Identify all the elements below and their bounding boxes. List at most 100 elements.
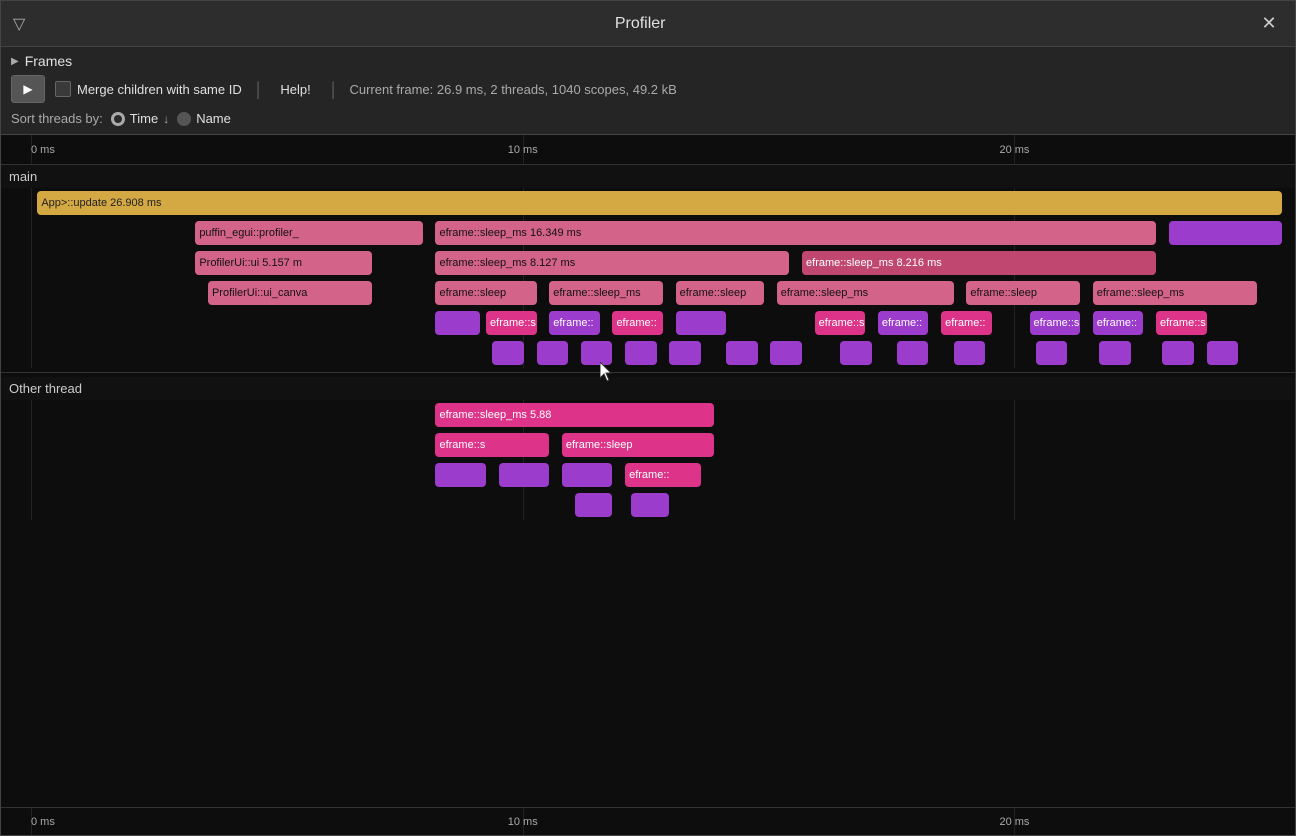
flame-bar-r5-2[interactable] bbox=[537, 341, 569, 365]
flame-bar-canva[interactable]: ProfilerUi::ui_canva bbox=[208, 281, 372, 305]
flame-bar-r5-5[interactable] bbox=[669, 341, 701, 365]
play-button[interactable]: ▶ bbox=[11, 75, 45, 103]
tick-20ms-top: 20 ms bbox=[999, 144, 1029, 156]
flame-bar-r5-8[interactable] bbox=[840, 341, 872, 365]
other-row-1: eframe::s eframe::sleep bbox=[31, 430, 1295, 460]
other-row-2: eframe:: bbox=[31, 460, 1295, 490]
menu-icon[interactable]: ▽ bbox=[13, 14, 25, 34]
timeline-top-header: 0 ms 10 ms 20 ms bbox=[1, 135, 1295, 165]
help-button[interactable]: Help! bbox=[274, 80, 316, 99]
flame-bar-sleep-3f[interactable]: eframe::sleep_ms bbox=[1093, 281, 1257, 305]
flame-bar-app-update[interactable]: App>::update 26.908 ms bbox=[37, 191, 1282, 215]
sort-row: Sort threads by: Time ↓ Name bbox=[11, 109, 1285, 128]
flame-bar-r5-3[interactable] bbox=[581, 341, 613, 365]
sort-time-radio-icon bbox=[111, 112, 125, 126]
tick-20ms-bottom: 20 ms bbox=[999, 816, 1029, 828]
flame-bar-puffin[interactable]: puffin_egui::profiler_ bbox=[195, 221, 423, 245]
flame-bar-r4-1[interactable] bbox=[435, 311, 479, 335]
flame-bar-r4-2[interactable]: eframe::s bbox=[486, 311, 537, 335]
flame-bar-other-2c[interactable] bbox=[562, 463, 613, 487]
flame-bar-r5-12[interactable] bbox=[1099, 341, 1131, 365]
tick-10ms-top: 10 ms bbox=[508, 144, 538, 156]
tick-0ms-bottom: 0 ms bbox=[31, 816, 55, 828]
flame-bar-other-1b[interactable]: eframe::sleep bbox=[562, 433, 714, 457]
flame-bar-r5-6[interactable] bbox=[726, 341, 758, 365]
flame-bar-r5-1[interactable] bbox=[492, 341, 524, 365]
sort-time-radio[interactable]: Time ↓ bbox=[111, 111, 169, 126]
sort-name-radio-icon bbox=[177, 112, 191, 126]
main-thread-label: main bbox=[1, 165, 1295, 188]
merge-checkbox[interactable] bbox=[55, 81, 71, 97]
profiler-area: 0 ms 10 ms 20 ms main App> bbox=[1, 135, 1295, 835]
flame-bar-other-3a[interactable] bbox=[575, 493, 613, 517]
main-row-3: ProfilerUi::ui_canva eframe::sleep efram… bbox=[31, 278, 1295, 308]
flame-bar-r4-7[interactable]: eframe:: bbox=[878, 311, 929, 335]
flame-bar-sleep-1[interactable]: eframe::sleep_ms 16.349 ms bbox=[435, 221, 1155, 245]
flame-bar-r4-4[interactable]: eframe:: bbox=[612, 311, 663, 335]
flame-bar-other-1a[interactable]: eframe::s bbox=[435, 433, 549, 457]
flame-bar-purple-1[interactable] bbox=[1169, 221, 1283, 245]
flame-bar-other-3b[interactable] bbox=[631, 493, 669, 517]
sort-label: Sort threads by: bbox=[11, 111, 103, 126]
title-bar-left: ▽ bbox=[13, 14, 25, 34]
other-thread-label: Other thread bbox=[1, 377, 1295, 400]
merge-checkbox-container[interactable]: Merge children with same ID bbox=[55, 81, 242, 97]
main-thread-section: main App>::update 26.908 ms bbox=[1, 165, 1295, 368]
main-row-0: App>::update 26.908 ms bbox=[31, 188, 1295, 218]
status-text: Current frame: 26.9 ms, 2 threads, 1040 … bbox=[349, 82, 676, 97]
sort-arrow-icon: ↓ bbox=[163, 112, 169, 126]
threads-container: main App>::update 26.908 ms bbox=[1, 165, 1295, 807]
main-row-5 bbox=[31, 338, 1295, 368]
other-flame-canvas[interactable]: eframe::sleep_ms 5.88 eframe::s eframe::… bbox=[1, 400, 1295, 520]
flame-bar-sleep-2b[interactable]: eframe::sleep_ms 8.216 ms bbox=[802, 251, 1156, 275]
flame-bar-other-2b[interactable] bbox=[499, 463, 550, 487]
flame-bar-r5-13[interactable] bbox=[1162, 341, 1194, 365]
window-title: Profiler bbox=[615, 15, 666, 33]
flame-bar-r5-7[interactable] bbox=[770, 341, 802, 365]
tick-0ms-top: 0 ms bbox=[31, 144, 55, 156]
flame-bar-sleep-3e[interactable]: eframe::sleep bbox=[966, 281, 1080, 305]
flame-bar-r4-3[interactable]: eframe:: bbox=[549, 311, 600, 335]
main-row-4: eframe::s eframe:: eframe:: eframe::s ef… bbox=[31, 308, 1295, 338]
title-bar: ▽ Profiler ✕ bbox=[1, 1, 1295, 47]
frames-triangle-icon: ▶ bbox=[11, 56, 19, 67]
other-thread-section: Other thread eframe::sleep_ms 5.88 bbox=[1, 377, 1295, 520]
flame-bar-sleep-3a[interactable]: eframe::sleep bbox=[435, 281, 536, 305]
toolbar: ▶ Frames ▶ Merge children with same ID |… bbox=[1, 47, 1295, 135]
flame-bar-r5-4[interactable] bbox=[625, 341, 657, 365]
thread-divider bbox=[1, 372, 1295, 373]
flame-bar-sleep-3c[interactable]: eframe::sleep bbox=[676, 281, 764, 305]
toolbar-row2: ▶ Merge children with same ID | Help! | … bbox=[11, 75, 1285, 103]
tick-10ms-bottom: 10 ms bbox=[508, 816, 538, 828]
merge-label: Merge children with same ID bbox=[77, 82, 242, 97]
flame-bar-sleep-3b[interactable]: eframe::sleep_ms bbox=[549, 281, 663, 305]
frames-label: Frames bbox=[25, 53, 72, 69]
flame-bar-r5-11[interactable] bbox=[1036, 341, 1068, 365]
main-row-2: ProfilerUi::ui 5.157 m eframe::sleep_ms … bbox=[31, 248, 1295, 278]
flame-bar-r4-6[interactable]: eframe::s bbox=[815, 311, 866, 335]
sort-name-label: Name bbox=[196, 111, 231, 126]
frames-toggle[interactable]: ▶ Frames bbox=[11, 53, 72, 69]
flame-bar-r5-14[interactable] bbox=[1207, 341, 1239, 365]
flame-bar-r4-11[interactable]: eframe::s bbox=[1156, 311, 1207, 335]
flame-bar-r4-8[interactable]: eframe:: bbox=[941, 311, 992, 335]
flame-bar-other-sleep-0[interactable]: eframe::sleep_ms 5.88 bbox=[435, 403, 713, 427]
close-button[interactable]: ✕ bbox=[1255, 10, 1283, 38]
flame-bar-sleep-3d[interactable]: eframe::sleep_ms bbox=[777, 281, 954, 305]
toolbar-row1: ▶ Frames bbox=[11, 53, 1285, 69]
flame-bar-other-2d[interactable]: eframe:: bbox=[625, 463, 701, 487]
profiler-window: ▽ Profiler ✕ ▶ Frames ▶ Merge children w… bbox=[0, 0, 1296, 836]
flame-bar-r4-10[interactable]: eframe:: bbox=[1093, 311, 1144, 335]
sort-name-radio[interactable]: Name bbox=[177, 111, 231, 126]
flame-bar-r5-9[interactable] bbox=[897, 341, 929, 365]
flame-bar-profilerui[interactable]: ProfilerUi::ui 5.157 m bbox=[195, 251, 372, 275]
flame-bar-sleep-2a[interactable]: eframe::sleep_ms 8.127 ms bbox=[435, 251, 789, 275]
flame-bar-r4-9[interactable]: eframe::s bbox=[1030, 311, 1081, 335]
flame-bar-r4-5[interactable] bbox=[676, 311, 727, 335]
empty-space bbox=[1, 520, 1295, 807]
main-flame-canvas[interactable]: App>::update 26.908 ms puffin_egui::prof… bbox=[1, 188, 1295, 368]
flame-bar-r5-10[interactable] bbox=[954, 341, 986, 365]
main-row-1: puffin_egui::profiler_ eframe::sleep_ms … bbox=[31, 218, 1295, 248]
flame-bar-other-2a[interactable] bbox=[435, 463, 486, 487]
timeline-footer: 0 ms 10 ms 20 ms bbox=[1, 807, 1295, 835]
